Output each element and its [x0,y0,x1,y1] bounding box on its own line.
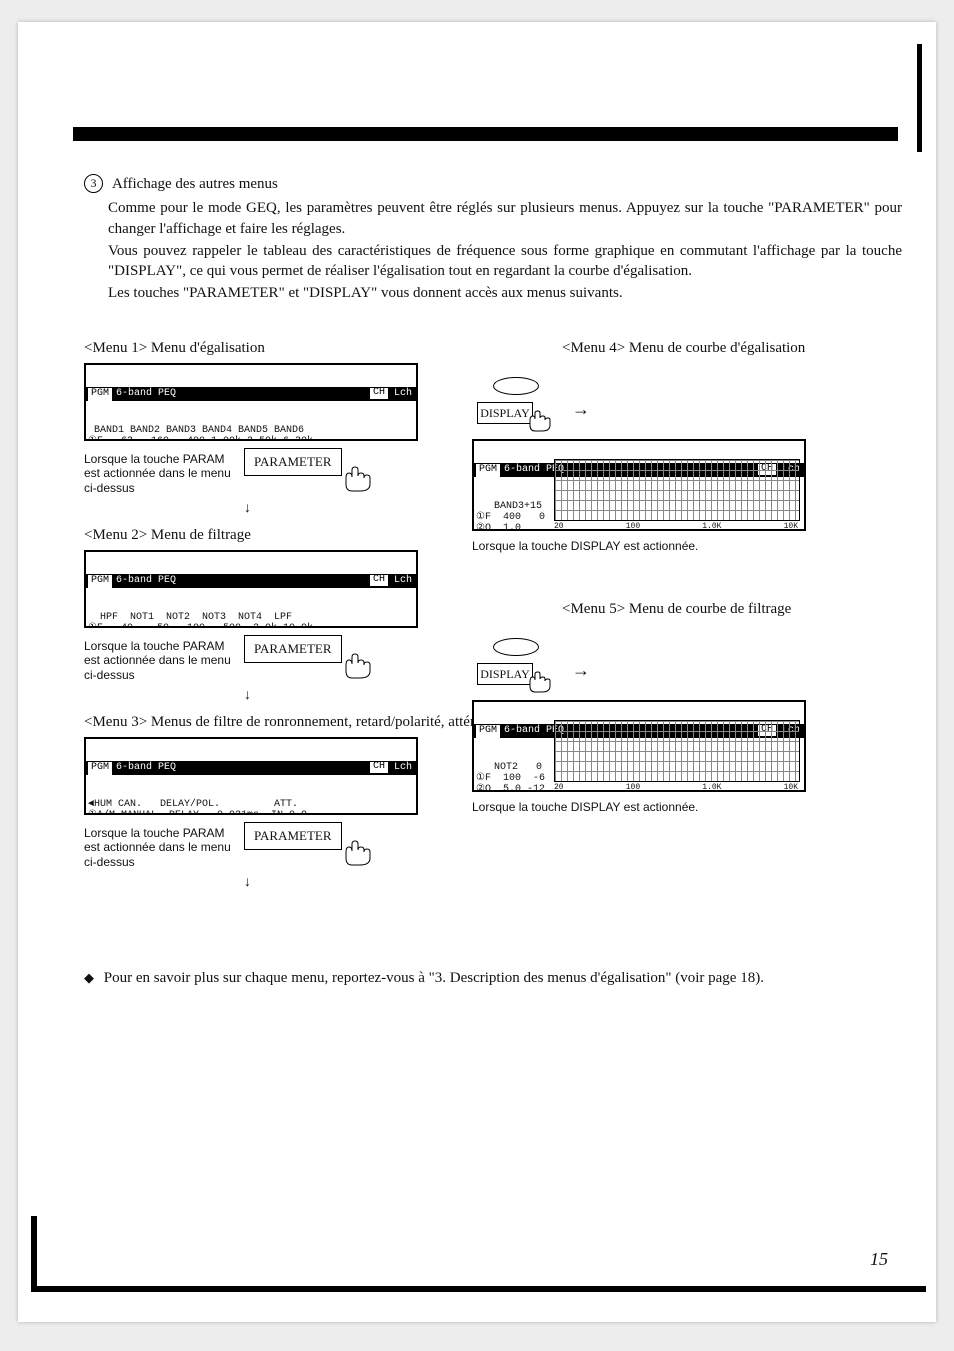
parameter-button[interactable]: PARAMETER [244,635,342,663]
hand-cursor-icon [340,838,374,873]
paragraph-2: Vous pouvez rappeler le tableau des cara… [108,241,902,282]
ch-badge: CH [370,575,388,586]
section-title: Affichage des autres menus [112,176,278,192]
lcd-menu3: PGM 6-band PEQ CH Lch ◄HUM CAN. DELAY/PO… [84,737,418,815]
lch-badge: Lch [390,387,416,401]
deco-right-edge [917,44,922,152]
bottom-black-bar [31,1286,926,1292]
param-note-1: Lorsque la touche PARAM est actionnée da… [84,452,234,495]
footer-bullet-text: Pour en savoir plus sur chaque menu, rep… [104,970,764,986]
paragraph-3: Les touches "PARAMETER" et "DISPLAY" vou… [108,283,902,303]
lcd-menu4: PGM 6-band PEQ CH Lch BAND3+15 ①F 400 0 … [472,439,806,531]
hand-cursor-icon [340,464,374,499]
lch-badge: Lch [390,574,416,588]
ch-badge: CH [370,388,388,399]
arrow-down-icon: ↓ [244,501,444,517]
arrow-right-icon: → [572,660,590,681]
hand-cursor-icon [525,408,555,439]
menu2-title: <Menu 2> Menu de filtrage [84,527,444,544]
footer-bullet: ◆ Pour en savoir plus sur chaque menu, r… [84,970,902,987]
filter-curve-graph [554,720,800,782]
menu5-title: <Menu 5> Menu de courbe de filtrage [562,601,902,618]
lcd-title: 6-band PEQ [116,761,370,775]
parameter-button[interactable]: PARAMETER [244,822,342,850]
arrow-down-icon: ↓ [244,875,444,891]
lcd-menu2: PGM 6-band PEQ CH Lch HPF NOT1 NOT2 NOT3… [84,550,418,628]
display-note-1: Lorsque la touche DISPLAY est actionnée. [472,539,902,553]
display-oval-icon [493,638,539,656]
paragraph-1: Comme pour le mode GEQ, les paramètres p… [108,198,902,239]
menu1-title: <Menu 1> Menu d'égalisation [84,340,444,357]
pgm-badge: PGM [476,464,500,477]
display-button-block: DISPLAY [472,377,560,439]
eq-curve-graph [554,459,800,521]
pgm-badge: PGM [88,575,112,588]
pgm-badge: PGM [88,388,112,401]
parameter-button[interactable]: PARAMETER [244,448,342,476]
display-oval-icon [493,377,539,395]
menu4-title: <Menu 4> Menu de courbe d'égalisation [562,340,902,357]
section-number-circle: 3 [84,174,103,193]
display-button-block: DISPLAY [472,638,560,700]
lcd-menu5: PGM 6-band PEQ CH Lch NOT2 0 ①F 100 -6 ②… [472,700,806,792]
page: 3 Affichage des autres menus Comme pour … [18,22,936,1322]
param-note-3: Lorsque la touche PARAM est actionnée da… [84,826,234,869]
section-heading: 3 Affichage des autres menus [84,174,902,194]
param-note-2: Lorsque la touche PARAM est actionnée da… [84,639,234,682]
pgm-badge: PGM [476,725,500,738]
right-column: <Menu 4> Menu de courbe d'égalisation DI… [472,330,902,815]
left-column: <Menu 1> Menu d'égalisation PGM 6-band P… [84,330,444,891]
pgm-badge: PGM [88,762,112,775]
lcd-menu2-rows: HPF NOT1 NOT2 NOT3 NOT4 LPF ①F 40 50 100… [86,610,416,628]
menu-diagrams: <Menu 1> Menu d'égalisation PGM 6-band P… [84,330,902,891]
lch-badge: Lch [390,761,416,775]
hand-cursor-icon [340,651,374,686]
display-note-2: Lorsque la touche DISPLAY est actionnée. [472,800,902,814]
top-black-bar [73,127,898,141]
lcd-menu1-rows: BAND1 BAND2 BAND3 BAND4 BAND5 BAND6 ①F 6… [86,423,416,441]
ch-badge: CH [370,762,388,773]
arrow-right-icon: → [572,399,590,420]
lcd-title: 6-band PEQ [116,574,370,588]
hand-cursor-icon [525,669,555,700]
arrow-down-icon: ↓ [244,688,444,704]
diamond-bullet-icon: ◆ [84,970,94,986]
lcd-menu1: PGM 6-band PEQ CH Lch BAND1 BAND2 BAND3 … [84,363,418,441]
lcd-title: 6-band PEQ [116,387,370,401]
body-text: 3 Affichage des autres menus Comme pour … [84,172,902,306]
bottom-left-corner [31,1216,37,1286]
lcd-menu3-rows: ◄HUM CAN. DELAY/POL. ATT. ①A/M MANUAL DE… [86,797,416,815]
page-number: 15 [870,1249,888,1270]
